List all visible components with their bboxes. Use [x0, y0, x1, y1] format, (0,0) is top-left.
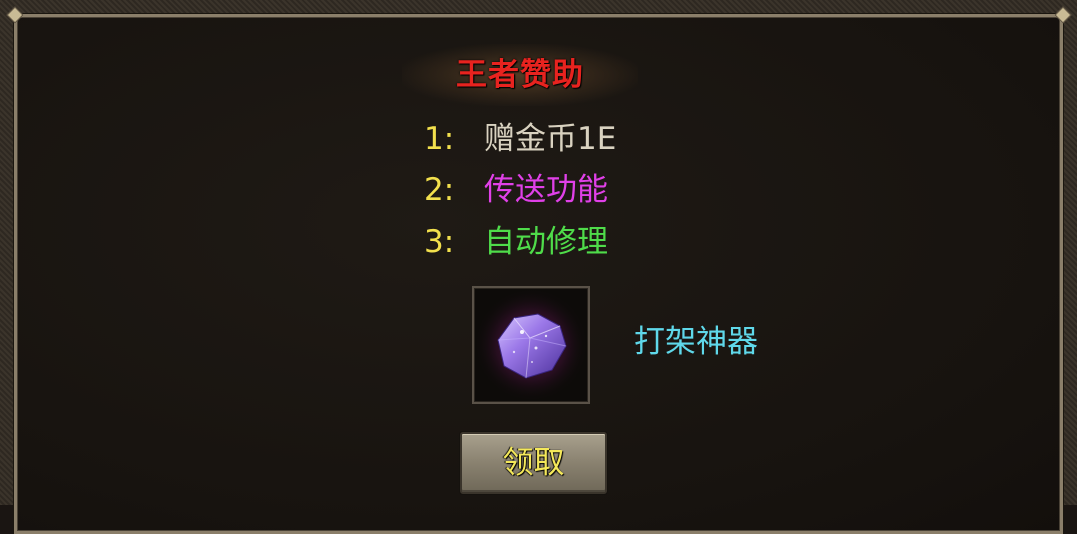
benefit-item-auto-repair: 3: 自动修理: [424, 220, 608, 264]
panel-title: 王者赞助: [456, 57, 584, 93]
reward-item-slot[interactable]: [472, 286, 590, 404]
benefit-text: 赠金币1E: [484, 121, 617, 157]
sponsor-panel: 王者赞助 1: 赠金币1E 2: 传送功能 3: 自动修理 打架神器 领取: [0, 0, 1077, 534]
benefit-text: 自动修理: [484, 224, 608, 260]
title-banner: 王者赞助: [402, 44, 638, 106]
benefit-number: 2:: [424, 172, 455, 208]
purple-crystal-icon: [474, 288, 588, 402]
benefit-item-gold: 1: 赠金币1E: [424, 117, 616, 161]
claim-button[interactable]: 领取: [460, 432, 607, 494]
benefit-text: 传送功能: [484, 172, 608, 208]
reward-item-name: 打架神器: [634, 324, 758, 360]
benefit-number: 1:: [424, 121, 455, 157]
benefit-item-teleport: 2: 传送功能: [424, 168, 608, 212]
benefit-number: 3:: [424, 224, 455, 260]
